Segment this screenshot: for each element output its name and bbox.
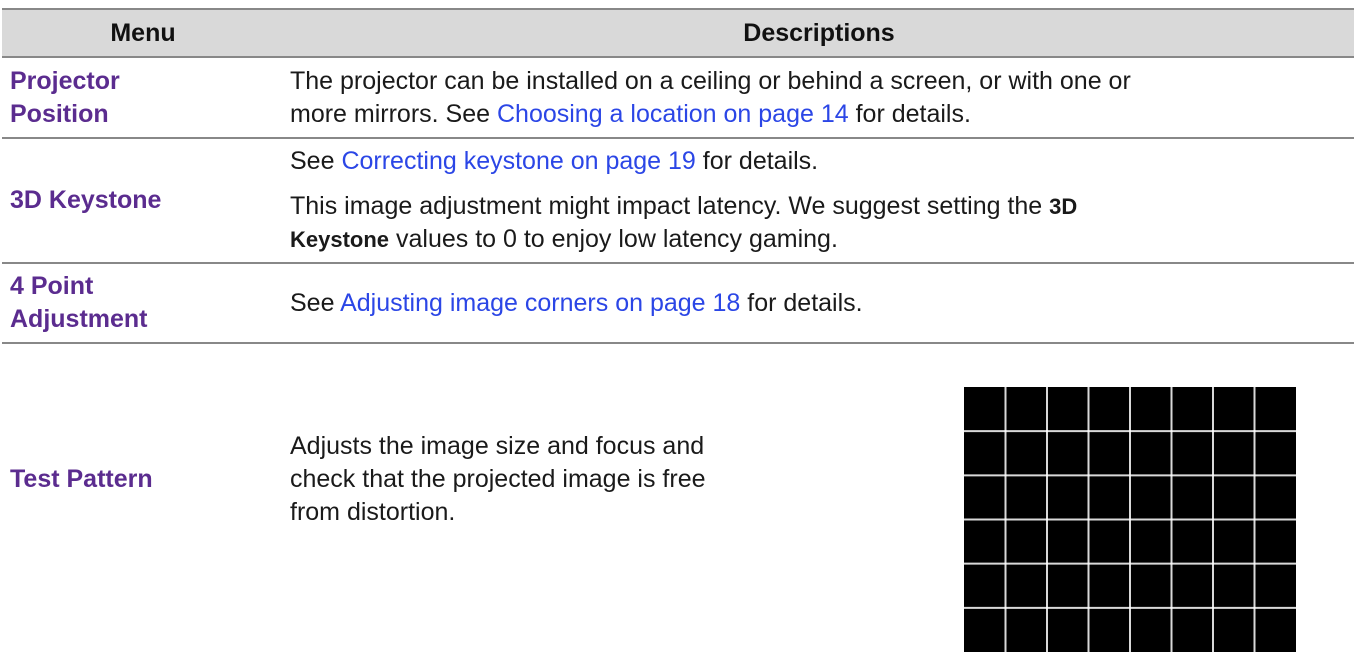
menu-label-line: Projector xyxy=(10,66,120,95)
desc-text: The projector can be installed on a ceil… xyxy=(290,66,1131,95)
desc-text: for details. xyxy=(740,288,863,317)
menu-4-point-adjustment: 4 Point Adjustment xyxy=(2,270,284,336)
link-adjusting-corners[interactable]: Adjusting image corners on page 18 xyxy=(340,289,740,317)
table-header: Menu Descriptions xyxy=(2,10,1354,58)
desc-text: for details. xyxy=(848,99,971,128)
desc-text: This image adjustment might impact laten… xyxy=(290,192,1050,220)
menu-3d-keystone: 3D Keystone xyxy=(10,186,162,214)
link-correcting-keystone[interactable]: Correcting keystone on page 19 xyxy=(341,147,695,175)
menu-label-line: Adjustment xyxy=(10,305,148,333)
bold-term: Keystone xyxy=(290,227,390,252)
bold-term: 3D xyxy=(1049,194,1078,219)
desc-text: more mirrors. See xyxy=(290,99,497,128)
desc-paragraph: This image adjustment might impact laten… xyxy=(290,190,1348,256)
table-row-3d-keystone: 3D Keystone See Correcting keystone on p… xyxy=(2,139,1354,264)
desc-text: for details. xyxy=(695,147,819,175)
desc-paragraph: See Correcting keystone on page 19 for d… xyxy=(290,145,1348,178)
table-row-projector-position: Projector Position The projector can be … xyxy=(2,58,1354,139)
link-choosing-location[interactable]: Choosing a location on page 14 xyxy=(497,100,849,128)
menu-test-pattern: Test Pattern xyxy=(10,464,153,493)
test-pattern-image xyxy=(964,387,1296,652)
desc-text: See xyxy=(290,288,341,317)
table-row-4-point-adjustment: 4 Point Adjustment See Adjusting image c… xyxy=(2,264,1354,344)
desc-text: Adjusts the image size and focus and che… xyxy=(290,431,706,526)
header-descriptions: Descriptions xyxy=(743,18,895,47)
desc-4-point-adjustment: See Adjusting image corners on page 18 f… xyxy=(284,287,1354,320)
desc-3d-keystone: See Correcting keystone on page 19 for d… xyxy=(284,145,1354,256)
menu-label-line: Position xyxy=(10,99,109,128)
menu-projector-position: Projector Position xyxy=(2,65,284,131)
menu-label-line: 4 Point xyxy=(10,272,94,300)
desc-text: values to 0 to enjoy low latency gaming. xyxy=(389,225,838,253)
desc-text: See xyxy=(290,147,342,175)
header-menu: Menu xyxy=(110,18,176,47)
desc-projector-position: The projector can be installed on a ceil… xyxy=(284,65,1354,131)
